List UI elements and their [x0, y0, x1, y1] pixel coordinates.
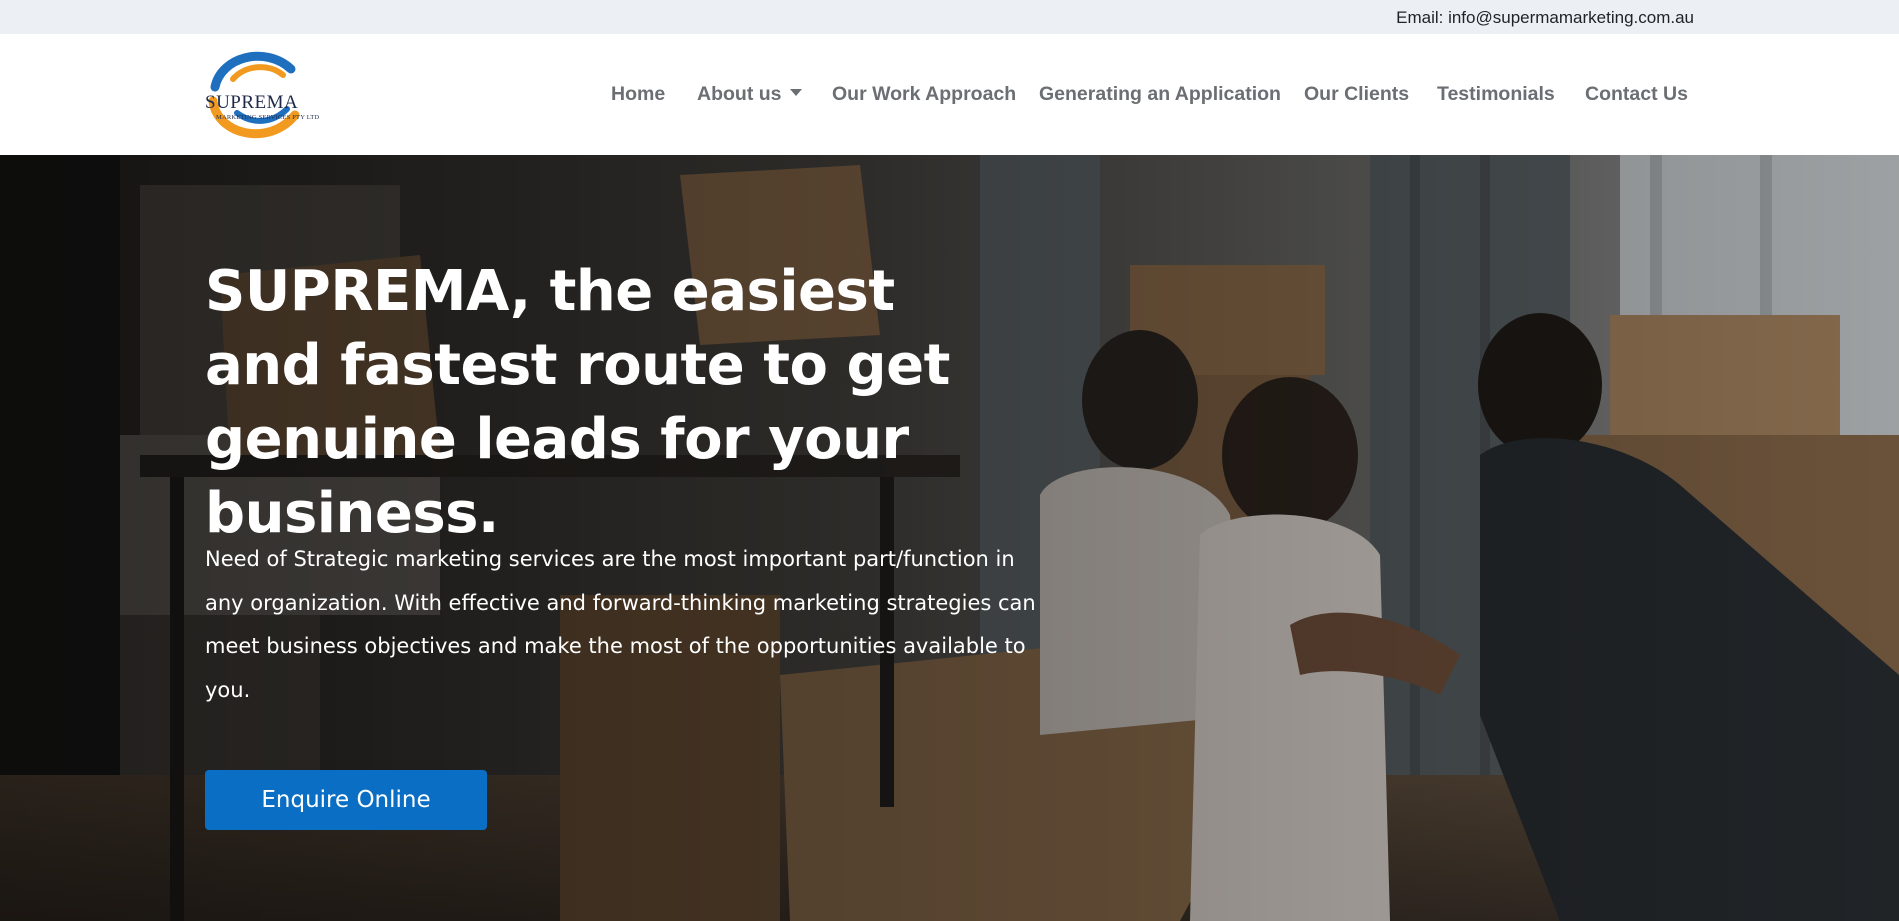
hero-section: SUPREMA, the easiest and fastest route t… — [0, 155, 1899, 921]
main-navigation: Home About us Our Work Approach Generati… — [0, 34, 1899, 155]
nav-item-home[interactable]: Home — [611, 83, 665, 106]
nav-item-about-us[interactable]: About us — [697, 83, 803, 106]
contact-email[interactable]: Email: info@supermamarketing.com.au — [1396, 8, 1694, 28]
nav-item-testimonials[interactable]: Testimonials — [1437, 83, 1555, 106]
site-header: SUPREMA MARKETING SERVICES PTY LTD Home … — [0, 34, 1899, 155]
hero-description: Need of Strategic marketing services are… — [205, 547, 1036, 702]
nav-item-contact-us[interactable]: Contact Us — [1585, 83, 1688, 106]
chevron-down-icon — [790, 89, 803, 97]
nav-item-our-work-approach[interactable]: Our Work Approach — [832, 83, 1016, 106]
top-info-bar: Email: info@supermamarketing.com.au — [0, 0, 1899, 34]
enquire-online-button[interactable]: Enquire Online — [205, 770, 487, 830]
nav-item-our-clients[interactable]: Our Clients — [1304, 83, 1409, 106]
nav-item-label: About us — [697, 83, 782, 105]
hero-title: SUPREMA, the easiest and fastest route t… — [205, 259, 950, 546]
nav-item-generating-application[interactable]: Generating an Application — [1039, 83, 1281, 106]
